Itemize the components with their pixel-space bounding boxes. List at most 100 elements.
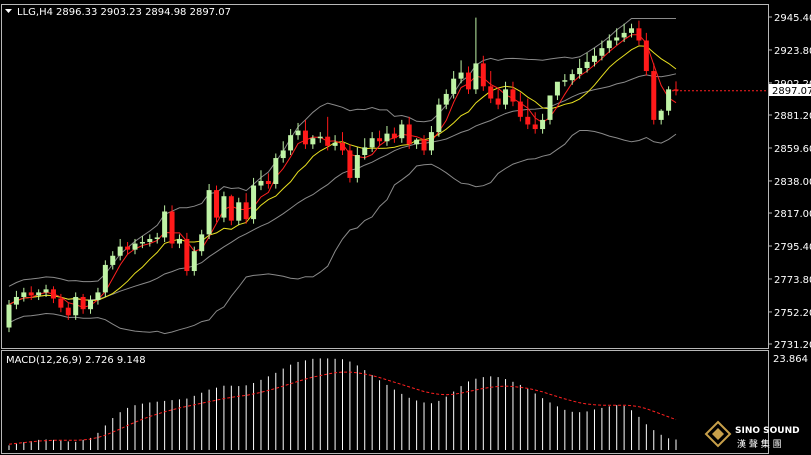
candlesticks xyxy=(6,17,768,333)
candle-body xyxy=(517,101,523,117)
candle-body xyxy=(302,130,308,145)
candle-body xyxy=(406,124,412,145)
candle-body xyxy=(43,289,49,293)
candle xyxy=(540,113,546,134)
candle xyxy=(95,287,101,305)
candle xyxy=(621,23,627,43)
macd-histogram xyxy=(8,358,677,450)
candle xyxy=(36,289,42,301)
watermark-chinese: 漢 聲 集 團 xyxy=(737,438,782,450)
bollinger-bands xyxy=(8,18,677,335)
candle-body xyxy=(58,298,64,308)
dropdown-triangle-icon[interactable] xyxy=(5,9,12,13)
candle-body xyxy=(621,32,627,38)
main-panel-frame xyxy=(1,4,769,349)
candle-body xyxy=(584,61,590,68)
price-axis: 2945.402923.802902.202881.202859.602838.… xyxy=(768,13,811,351)
candle-body xyxy=(206,190,212,235)
candle xyxy=(251,177,257,224)
candle xyxy=(317,132,323,143)
candle-body xyxy=(21,292,27,297)
candle xyxy=(406,116,412,149)
sino-sound-watermark: SINO SOUND 漢 聲 集 團 xyxy=(704,420,800,450)
bollinger-lower-line xyxy=(8,130,677,335)
candle-body xyxy=(503,89,509,105)
y-tick-label: 2773.80 xyxy=(774,275,811,286)
candle-body xyxy=(384,133,390,142)
candle xyxy=(21,287,27,302)
candle xyxy=(517,92,523,122)
candle-body xyxy=(495,98,501,105)
candle-body xyxy=(362,147,368,156)
candle xyxy=(436,98,442,137)
y-tick-label: 2945.40 xyxy=(774,13,811,24)
candle-body xyxy=(199,234,205,252)
candle-body xyxy=(169,211,175,244)
candle xyxy=(443,89,449,110)
candle xyxy=(154,232,160,244)
candle xyxy=(221,191,227,223)
candle xyxy=(265,173,271,189)
candle xyxy=(636,20,642,46)
macd-axis-label: 23.864 xyxy=(773,354,808,365)
candle xyxy=(473,17,479,94)
candle xyxy=(673,81,679,96)
candle xyxy=(199,229,205,256)
candle xyxy=(176,234,182,249)
candle-body xyxy=(347,150,353,178)
price-chart[interactable]: 2945.402923.802902.202881.202859.602838.… xyxy=(0,0,811,455)
candle xyxy=(488,71,494,104)
candle xyxy=(347,144,353,183)
candle-body xyxy=(599,48,605,56)
ma-slow-line xyxy=(8,45,677,306)
candle xyxy=(147,234,153,247)
candle-body xyxy=(162,211,168,238)
candle-body xyxy=(569,74,575,81)
candle-body xyxy=(562,80,568,82)
candle xyxy=(554,81,560,101)
candle xyxy=(569,69,575,85)
candle-body xyxy=(629,28,635,33)
candle xyxy=(503,81,509,110)
candle xyxy=(280,141,286,163)
candle-body xyxy=(591,55,597,62)
candle-body xyxy=(280,150,286,159)
candle-body xyxy=(458,72,464,79)
y-tick-label: 2752.20 xyxy=(774,308,811,319)
candle xyxy=(414,138,420,149)
candle xyxy=(273,153,279,189)
candle-body xyxy=(221,196,227,218)
candle-body xyxy=(88,300,94,310)
ma-fast-line xyxy=(8,34,677,308)
diamond-logo-icon xyxy=(704,420,732,448)
candle xyxy=(495,89,501,110)
candle xyxy=(614,28,620,46)
candle-body xyxy=(554,81,560,96)
candle-body xyxy=(110,255,116,265)
candle xyxy=(13,290,19,310)
candle xyxy=(340,132,345,156)
candle-body xyxy=(95,292,101,301)
y-tick-label: 2731.20 xyxy=(774,340,811,351)
candle xyxy=(651,63,657,125)
y-tick-label: 2817.00 xyxy=(774,209,811,220)
candle xyxy=(214,185,220,223)
candle-body xyxy=(191,251,197,272)
candle-body xyxy=(428,132,434,151)
candle-body xyxy=(332,142,338,146)
candle xyxy=(399,119,405,143)
candle-body xyxy=(258,180,264,186)
candle-body xyxy=(436,104,442,133)
moving-averages xyxy=(8,34,677,308)
macd-label: MACD(12,26,9) 2.726 9.148 xyxy=(6,355,146,366)
candle-body xyxy=(265,180,271,185)
candle-body xyxy=(214,190,220,218)
watermark-brand: SINO SOUND xyxy=(735,426,800,436)
candle-body xyxy=(325,136,331,146)
candle-body xyxy=(614,37,620,41)
candle-body xyxy=(443,93,449,105)
candle xyxy=(384,126,390,146)
candle xyxy=(162,205,168,243)
candle-body xyxy=(510,89,516,102)
candle-body xyxy=(117,246,123,256)
